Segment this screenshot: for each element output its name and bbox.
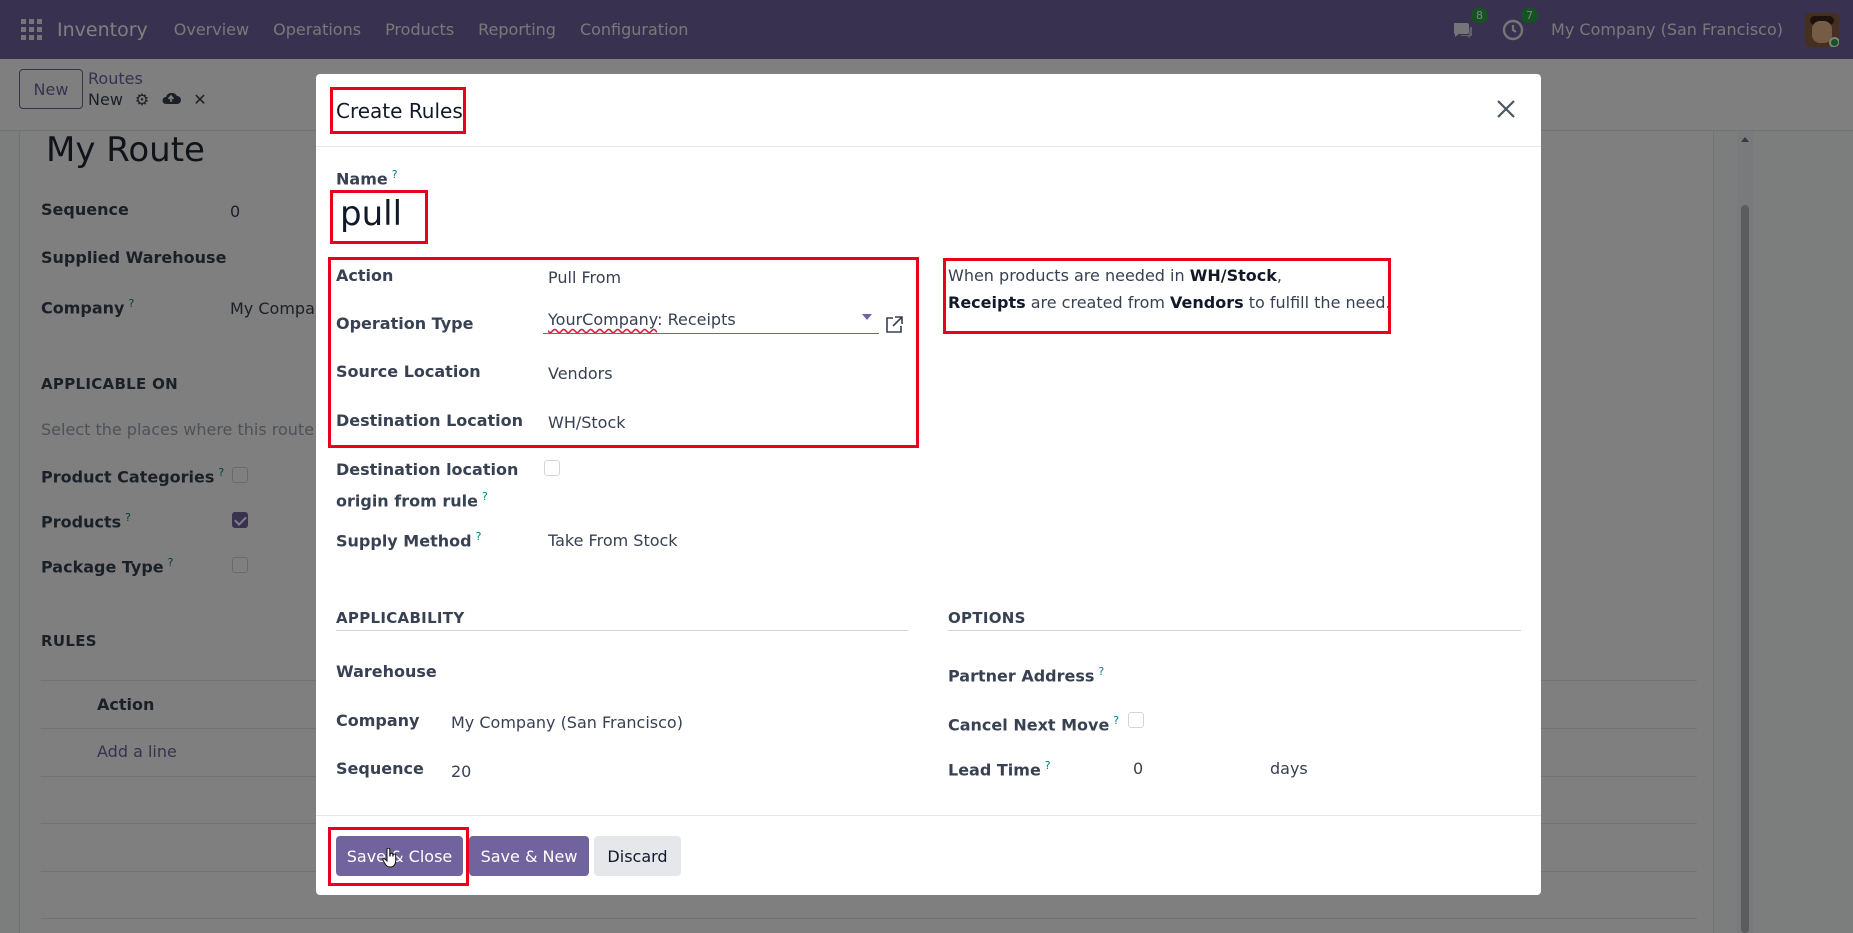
source-location-label: Source Location: [336, 362, 481, 381]
partner-address-label: Partner Address?: [948, 665, 1105, 686]
lead-time-unit: days: [1270, 759, 1308, 778]
action-label: Action: [336, 266, 394, 285]
lead-time-label: Lead Time?: [948, 759, 1051, 780]
options-title: OPTIONS: [948, 609, 1026, 627]
name-label: Name?: [336, 168, 398, 189]
applicability-title: APPLICABILITY: [336, 609, 465, 627]
chevron-down-icon[interactable]: [862, 314, 872, 320]
dialog-header: Create Rules: [316, 74, 1541, 147]
supply-method-label: Supply Method?: [336, 530, 482, 551]
hand-cursor-icon: [382, 847, 398, 868]
company-label: Company: [336, 711, 420, 730]
lead-time-value[interactable]: 0: [1133, 759, 1143, 778]
source-location-value[interactable]: Vendors: [548, 364, 613, 383]
dest-origin-label: Destination location origin from rule?: [336, 460, 519, 511]
operation-type-value: YourCompany: Receipts: [548, 310, 736, 329]
company-value[interactable]: My Company (San Francisco): [451, 713, 683, 732]
cancel-next-move-label: Cancel Next Move?: [948, 714, 1120, 735]
dialog-title: Create Rules: [336, 99, 463, 123]
warehouse-label: Warehouse: [336, 662, 437, 681]
save-new-button[interactable]: Save & New: [469, 836, 589, 876]
supply-method-value[interactable]: Take From Stock: [548, 531, 678, 550]
action-value[interactable]: Pull From: [548, 268, 621, 287]
cancel-next-move-checkbox[interactable]: [1128, 712, 1144, 728]
create-rules-dialog: Create Rules Name? pull Action Pull From…: [316, 74, 1541, 895]
close-icon[interactable]: [1491, 94, 1521, 124]
sequence-label: Sequence: [336, 759, 424, 778]
operation-type-select[interactable]: YourCompany: Receipts: [543, 304, 879, 334]
operation-type-label: Operation Type: [336, 314, 474, 333]
operation-type-company: YourCompany: [548, 310, 658, 329]
dest-origin-checkbox[interactable]: [544, 460, 560, 476]
destination-location-value[interactable]: WH/Stock: [548, 413, 626, 432]
rule-description: When products are needed in WH/Stock, Re…: [948, 266, 1391, 312]
operation-type-rest: : Receipts: [657, 310, 736, 329]
save-close-button[interactable]: Save & Close: [336, 836, 463, 876]
external-link-icon[interactable]: [885, 316, 903, 334]
sequence-value[interactable]: 20: [451, 762, 471, 781]
discard-button[interactable]: Discard: [594, 836, 681, 876]
destination-location-label: Destination Location: [336, 411, 524, 430]
name-input[interactable]: pull: [340, 194, 402, 234]
